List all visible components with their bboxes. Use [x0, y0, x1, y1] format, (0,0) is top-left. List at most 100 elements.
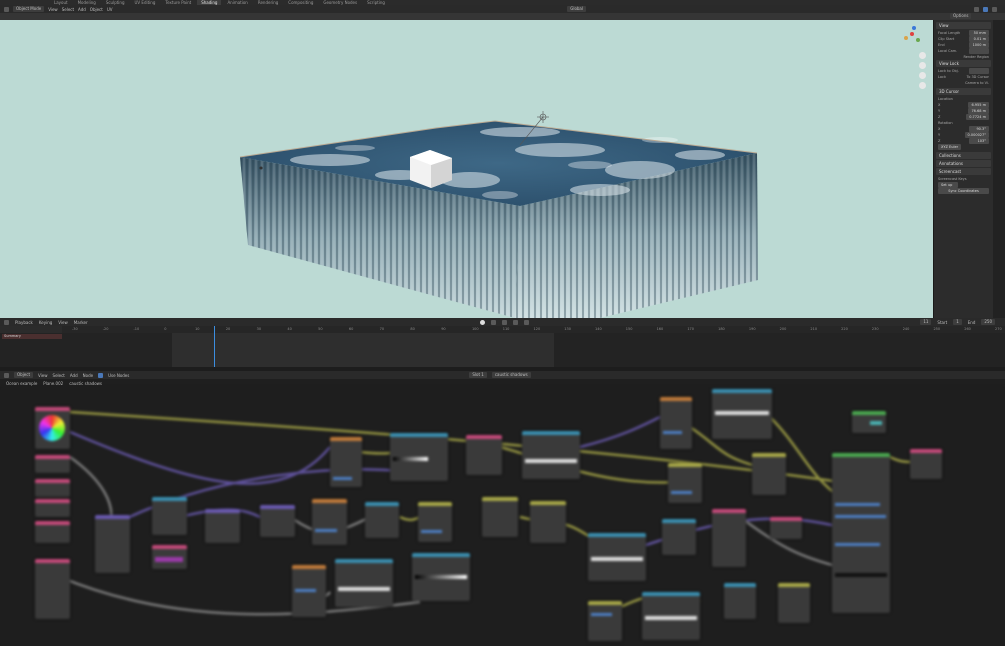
- timeline-ruler[interactable]: -30 -20 -10 0 10 20 30 40 50 60 70 80 90 100 110 120 130…: [62, 326, 1005, 333]
- node-color-ramp-3[interactable]: [522, 431, 580, 479]
- node-color-ramp-7[interactable]: [642, 592, 700, 640]
- rotation-mode-select[interactable]: XYZ Euler: [938, 144, 962, 150]
- node-color-ramp-6[interactable]: [588, 533, 646, 581]
- menu-timeline-view[interactable]: View: [58, 320, 68, 325]
- orientation-selector[interactable]: Global: [567, 6, 586, 12]
- camera-view-icon[interactable]: [919, 72, 926, 79]
- 3d-viewport[interactable]: [0, 20, 933, 318]
- material-name-field[interactable]: caustic shadows: [491, 372, 531, 378]
- node-converter-5[interactable]: [712, 509, 746, 567]
- node-converter-2[interactable]: [330, 437, 362, 487]
- use-nodes-checkbox[interactable]: [98, 372, 104, 378]
- node-color-ramp-2[interactable]: [390, 433, 448, 481]
- zoom-icon[interactable]: [919, 52, 926, 59]
- menu-node[interactable]: Node: [83, 373, 93, 378]
- perspective-toggle-icon[interactable]: [919, 82, 926, 89]
- node-math-4[interactable]: [724, 583, 756, 619]
- navigation-gizmo[interactable]: [900, 24, 930, 94]
- node-normal-map[interactable]: [852, 411, 886, 433]
- jump-end-icon[interactable]: [523, 319, 529, 325]
- node-principled-bsdf[interactable]: [832, 453, 890, 613]
- end-frame-field[interactable]: 250: [981, 319, 995, 325]
- sync-coordinates-button[interactable]: Sync Coordinates: [938, 188, 989, 194]
- start-frame-field[interactable]: 1: [953, 319, 962, 325]
- node-converter-1[interactable]: [312, 499, 347, 545]
- node-math-3[interactable]: [662, 519, 696, 555]
- node-editor-type-icon[interactable]: [4, 372, 9, 378]
- node-mix-2[interactable]: [482, 497, 518, 537]
- node-color-ramp-5[interactable]: [412, 553, 470, 601]
- node-color-ramp[interactable]: [35, 407, 70, 449]
- timeline-summary-channel[interactable]: Summary: [2, 334, 62, 339]
- annotations-header[interactable]: Annotations: [936, 160, 991, 167]
- menu-node-add[interactable]: Add: [70, 373, 78, 378]
- shading-rendered-icon[interactable]: [992, 6, 997, 12]
- shading-material-icon[interactable]: [983, 6, 988, 12]
- node-input-4[interactable]: [35, 521, 70, 543]
- node-mix-1[interactable]: [418, 502, 452, 542]
- node-mix-6[interactable]: [752, 453, 786, 495]
- node-editor-canvas[interactable]: [0, 387, 1005, 646]
- node-input-2[interactable]: [35, 479, 70, 497]
- menu-uv[interactable]: UV: [107, 7, 113, 12]
- axis-z-icon[interactable]: [912, 26, 916, 30]
- ruler-tick: -20: [102, 327, 109, 331]
- node-mix-3[interactable]: [530, 501, 566, 543]
- node-shader-1[interactable]: [152, 545, 187, 569]
- node-mix-7[interactable]: [778, 583, 810, 623]
- editor-type-icon[interactable]: [4, 6, 9, 12]
- axis-y-icon[interactable]: [916, 38, 920, 42]
- record-icon[interactable]: [479, 319, 485, 325]
- shader-type-selector[interactable]: Object: [14, 372, 34, 378]
- node-texture-1[interactable]: [466, 435, 502, 475]
- screencast-header[interactable]: Screencast: [936, 168, 991, 175]
- node-math-1[interactable]: [152, 497, 187, 535]
- playhead[interactable]: [214, 326, 215, 367]
- node-texture-coord[interactable]: [35, 559, 70, 619]
- menu-add[interactable]: Add: [78, 7, 86, 12]
- axis-x-icon[interactable]: [910, 32, 914, 36]
- mode-selector[interactable]: Object Mode: [13, 6, 45, 12]
- view-lock-header[interactable]: View Lock: [936, 60, 991, 67]
- node-math-2[interactable]: [365, 502, 399, 538]
- node-input-1[interactable]: [35, 455, 70, 473]
- node-mix-5[interactable]: [668, 463, 702, 503]
- sidebar-tabs[interactable]: [993, 20, 1005, 318]
- cursor-rotation-z[interactable]: 103°: [969, 138, 989, 144]
- menu-keying[interactable]: Keying: [39, 320, 52, 325]
- node-vector-math-2[interactable]: [260, 505, 295, 537]
- menu-marker[interactable]: Marker: [74, 320, 88, 325]
- cursor-location-z[interactable]: 0.7724 m: [966, 114, 989, 120]
- node-converter-3[interactable]: [292, 565, 326, 617]
- pan-icon[interactable]: [919, 62, 926, 69]
- menu-node-view[interactable]: View: [38, 373, 48, 378]
- menu-playback[interactable]: Playback: [15, 320, 33, 325]
- node-input-3[interactable]: [35, 499, 70, 517]
- jump-start-icon[interactable]: [490, 319, 496, 325]
- collections-header[interactable]: Collections: [936, 152, 991, 159]
- node-vector-math[interactable]: [205, 509, 240, 543]
- node-converter-4[interactable]: [660, 397, 692, 449]
- menu-select[interactable]: Select: [62, 7, 74, 12]
- current-frame-field[interactable]: 11: [920, 319, 932, 325]
- node-mapping[interactable]: [95, 515, 130, 573]
- menu-node-select[interactable]: Select: [53, 373, 65, 378]
- shading-solid-icon[interactable]: [974, 6, 979, 12]
- node-color-ramp-8[interactable]: [712, 389, 772, 439]
- play-reverse-icon[interactable]: [501, 319, 507, 325]
- play-icon[interactable]: [512, 319, 518, 325]
- 3d-cursor-header[interactable]: 3D Cursor: [936, 88, 991, 95]
- menu-object[interactable]: Object: [90, 7, 103, 12]
- start-frame-label: Start: [937, 319, 948, 325]
- node-mix-4[interactable]: [588, 601, 622, 641]
- node-color-ramp-4[interactable]: [335, 559, 393, 607]
- options-button[interactable]: Options: [950, 13, 972, 19]
- material-slot-selector[interactable]: Slot 1: [469, 372, 487, 378]
- lock-camera-checkbox[interactable]: Camera to Vi.: [965, 80, 989, 86]
- render-region-checkbox[interactable]: Render Region: [963, 54, 989, 60]
- node-input-5[interactable]: [770, 517, 802, 539]
- node-material-output[interactable]: [910, 449, 942, 479]
- menu-view[interactable]: View: [48, 7, 58, 12]
- timeline-editor-icon[interactable]: [4, 319, 9, 325]
- view-panel-header[interactable]: View: [936, 22, 991, 29]
